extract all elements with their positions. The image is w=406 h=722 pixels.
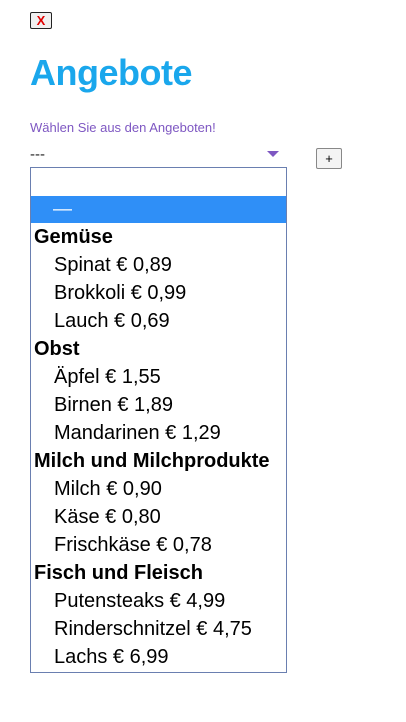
dropdown-option[interactable]: Rinderschnitzel € 4,75 <box>31 615 286 643</box>
option-group-list: Gemüse Spinat € 0,89 Brokkoli € 0,99 Lauch … <box>31 223 286 671</box>
option-group-label: Gemüse <box>34 226 113 248</box>
dropdown-option[interactable]: Spinat € 0,89 <box>31 251 286 279</box>
option-group-label: Milch und Milchprodukte <box>34 450 270 472</box>
dropdown-option[interactable]: Frischkäse € 0,78 <box>31 531 286 559</box>
dropdown-option[interactable]: Birnen € 1,89 <box>31 391 286 419</box>
dropdown-option-selected[interactable]: — <box>31 196 286 223</box>
dropdown-option[interactable]: Putensteaks € 4,99 <box>31 587 286 615</box>
dropdown-option[interactable]: Äpfel € 1,55 <box>31 363 286 391</box>
select-value: --- <box>30 146 45 163</box>
dropdown-option[interactable]: Käse € 0,80 <box>31 503 286 531</box>
offers-dropdown-list[interactable]: — Gemüse Spinat € 0,89 Brokkoli € 0,99 Lauc… <box>30 167 287 673</box>
dropdown-option[interactable]: Lauch € 0,69 <box>31 307 286 335</box>
dropdown-option[interactable]: Brokkoli € 0,99 <box>31 279 286 307</box>
chevron-down-icon <box>267 151 279 157</box>
option-group-label: Fisch und Fleisch <box>34 562 203 584</box>
page-title: Angebote <box>30 52 193 93</box>
dropdown-option[interactable]: Milch € 0,90 <box>31 475 286 503</box>
select-label: Wählen Sie aus den Angeboten! <box>30 120 216 135</box>
dropdown-option[interactable]: Lachs € 6,99 <box>31 643 286 671</box>
offers-select[interactable]: --- <box>30 144 287 166</box>
add-button[interactable]: + <box>316 148 342 169</box>
option-group-label: Obst <box>34 338 80 360</box>
dropdown-option[interactable]: Mandarinen € 1,29 <box>31 419 286 447</box>
close-button[interactable]: X <box>30 12 52 29</box>
dropdown-filter-input[interactable] <box>31 168 286 197</box>
